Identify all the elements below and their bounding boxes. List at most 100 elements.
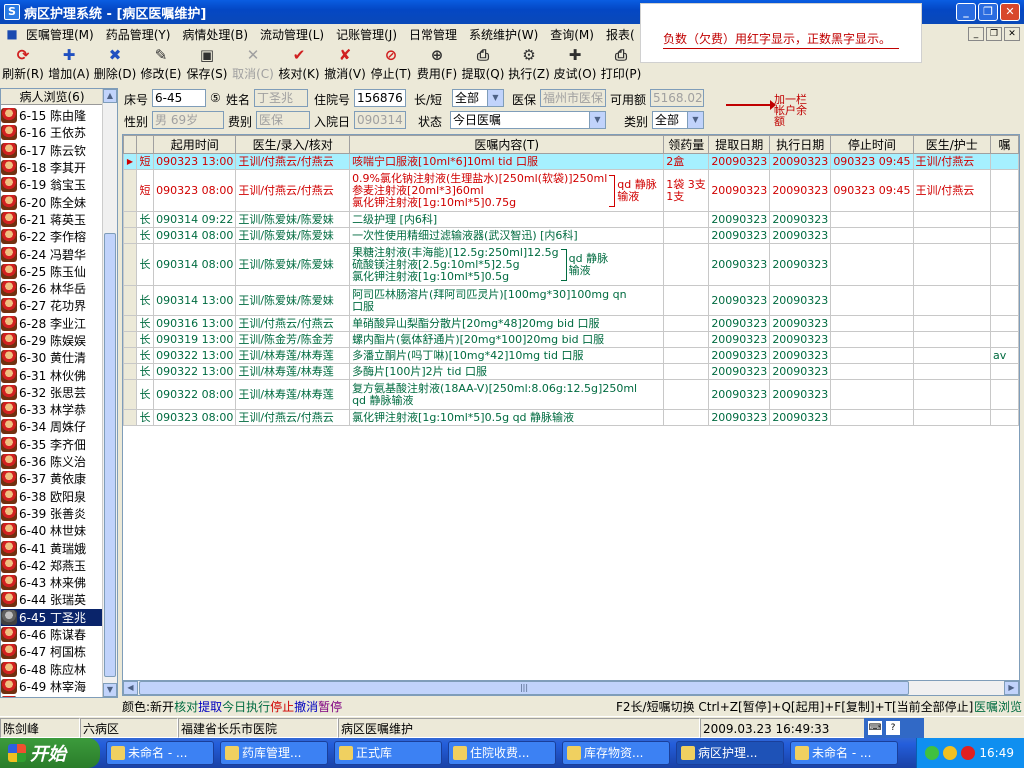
patient-list-item[interactable]: 6-34 周姝仔 <box>1 418 103 435</box>
patient-list-item[interactable]: 6-40 林世妹 <box>1 522 103 539</box>
patient-list-item[interactable]: 6-49 林宰海 <box>1 678 103 695</box>
order-browse-link[interactable]: 医嘱浏览 <box>974 698 1022 715</box>
toolbar-button-delete[interactable]: ✖ 删除(D) <box>92 46 138 86</box>
chevron-down-icon[interactable]: ▼ <box>487 90 503 106</box>
patient-list-item[interactable]: 6-18 李其开 <box>1 159 103 176</box>
patient-list-item[interactable]: 6-29 陈娱娱 <box>1 332 103 349</box>
patient-list-item[interactable]: 6-30 黄仕清 <box>1 349 103 366</box>
toolbar-button-save[interactable]: ▣ 保存(S) <box>184 46 230 86</box>
patient-list-item[interactable]: 6-27 花功界 <box>1 297 103 314</box>
scroll-up-icon[interactable]: ▲ <box>103 89 117 103</box>
status-select[interactable]: 今日医嘱 ▼ <box>450 111 606 129</box>
scroll-thumb[interactable]: ||| <box>139 681 909 695</box>
toolbar-button-print[interactable]: ⎙ 打印(P) <box>598 46 644 86</box>
taskbar-button[interactable]: 未命名 - ... <box>790 741 898 765</box>
patient-list-item[interactable]: 6-43 林来佛 <box>1 574 103 591</box>
scroll-left-icon[interactable]: ◀ <box>123 681 138 695</box>
menu-item-8[interactable]: 报表( <box>600 26 641 43</box>
column-header-6[interactable]: 提取日期 <box>708 135 771 154</box>
toolbar-button-skintest[interactable]: ✚ 皮试(O) <box>552 46 598 86</box>
tray-stop-icon[interactable] <box>961 746 976 760</box>
patient-list-item[interactable]: 6-26 林华岳 <box>1 280 103 297</box>
patient-list-item[interactable]: 6-24 冯碧华 <box>1 245 103 262</box>
patient-list-item[interactable]: 6-32 张思芸 <box>1 384 103 401</box>
bed-input[interactable]: 6-45 <box>152 89 206 107</box>
column-header-10[interactable]: 嘱 <box>989 135 1019 154</box>
order-row[interactable]: 长 090314 08:00 王训/陈爱妹/陈爱妹 一次性使用精细过滤输液器(武汉智迅… <box>123 227 1019 244</box>
menu-item-2[interactable]: 病情处理(B) <box>176 26 254 43</box>
mdi-close-button[interactable]: ✕ <box>1004 27 1020 41</box>
toolbar-button-refresh[interactable]: ⟳ 刷新(R) <box>0 46 46 86</box>
restore-button[interactable]: ❐ <box>978 3 998 21</box>
order-row[interactable]: 长 090314 13:00 王训/陈爱妹/陈爱妹 阿司匹林肠溶片(拜阿司匹灵片)[1… <box>123 285 1019 316</box>
column-header-5[interactable]: 领药量 <box>663 135 710 154</box>
patient-list-item[interactable]: 6-19 翁宝玉 <box>1 176 103 193</box>
tray-security-icon[interactable] <box>943 746 958 760</box>
column-header-1[interactable] <box>135 135 155 154</box>
taskbar-button[interactable]: 住院收费... <box>448 741 556 765</box>
patient-list-item[interactable]: 6-20 陈全妹 <box>1 193 103 210</box>
patient-list-item[interactable]: 6-44 张瑞英 <box>1 591 103 608</box>
menu-item-7[interactable]: 查询(M) <box>544 26 600 43</box>
patient-list-item[interactable]: 6-46 陈谋春 <box>1 626 103 643</box>
toolbar-button-execute[interactable]: ⚙ 执行(Z) <box>506 46 552 86</box>
column-header-2[interactable]: 起用时间 <box>153 135 237 154</box>
patient-list-item[interactable]: 6-25 陈玉仙 <box>1 263 103 280</box>
keyboard-icon[interactable]: ⌨ <box>868 721 882 735</box>
chevron-down-icon[interactable]: ▼ <box>589 112 605 128</box>
patient-list-header[interactable]: 病人浏览(6) <box>1 89 103 105</box>
patient-list-item[interactable]: 6-42 郑燕玉 <box>1 557 103 574</box>
menu-item-3[interactable]: 流动管理(L) <box>254 26 330 43</box>
toolbar-button-check[interactable]: ✔ 核对(K) <box>276 46 322 86</box>
menu-item-1[interactable]: 药品管理(Y) <box>100 26 177 43</box>
patient-list-item[interactable]: 6-15 陈由隆 <box>1 107 103 124</box>
taskbar-button[interactable]: 正式库 <box>334 741 442 765</box>
order-row[interactable]: 长 090322 13:00 王训/林寿莲/林寿莲 多潘立酮片(吗丁啉)[10mg*4… <box>123 347 1019 364</box>
orders-hscrollbar[interactable]: ◀ ||| ▶ <box>122 680 1020 696</box>
patient-list-item[interactable]: 6-47 柯国栋 <box>1 643 103 660</box>
order-row[interactable]: 短 090323 08:00 王训/付燕云/付燕云 0.9%氯化钠注射液(生理盐水)[… <box>123 169 1019 212</box>
column-header-7[interactable]: 执行日期 <box>769 135 832 154</box>
patient-list-item[interactable]: 6-35 李齐佃 <box>1 436 103 453</box>
order-row[interactable]: 长 090314 09:22 王训/陈爱妹/陈爱妹 二级护理 [内6科] 2009032… <box>123 211 1019 228</box>
patient-list-item[interactable]: 6-17 陈云钦 <box>1 142 103 159</box>
menu-item-6[interactable]: 系统维护(W) <box>463 26 544 43</box>
patient-list-item[interactable]: 6-50 林水仙 <box>1 695 103 697</box>
minimize-button[interactable]: _ <box>956 3 976 21</box>
patient-list-item[interactable]: 6-38 欧阳泉 <box>1 488 103 505</box>
order-row[interactable]: 长 090316 13:00 王训/付燕云/付燕云 单硝酸异山梨酯分散片[20mg*4… <box>123 315 1019 332</box>
order-row[interactable]: 长 090319 13:00 王训/陈金芳/陈金芳 螺内酯片(氨体舒通片)[20mg*… <box>123 331 1019 348</box>
patient-list-item[interactable]: 6-39 张善炎 <box>1 505 103 522</box>
taskbar-button[interactable]: 未命名 - ... <box>106 741 214 765</box>
toolbar-button-extract[interactable]: ⎙ 提取(Q) <box>460 46 506 86</box>
order-row[interactable]: ▶ 短 090323 13:00 王训/付燕云/付燕云 咳喘宁口服液[10ml*6]10… <box>123 153 1019 170</box>
column-header-9[interactable]: 医生/护士 <box>912 135 991 154</box>
category-select[interactable]: 全部 ▼ <box>652 111 704 129</box>
mdi-minimize-button[interactable]: _ <box>968 27 984 41</box>
tray-network-icon[interactable] <box>925 746 940 760</box>
patient-list-item[interactable]: 6-16 王依苏 <box>1 124 103 141</box>
order-row[interactable]: 长 090322 08:00 王训/林寿莲/林寿莲 复方氨基酸注射液(18AA-V)[… <box>123 379 1019 410</box>
toolbar-button-undo[interactable]: ✘ 撤消(V) <box>322 46 368 86</box>
patient-list-item[interactable]: 6-36 陈义治 <box>1 453 103 470</box>
menu-item-5[interactable]: 日常管理 <box>403 26 463 43</box>
menu-item-0[interactable]: 医嘱管理(M) <box>20 26 100 43</box>
patient-list-item[interactable]: 6-37 黄依康 <box>1 470 103 487</box>
help-icon[interactable]: ? <box>886 721 900 735</box>
patient-list-item[interactable]: 6-45 丁圣兆 <box>1 608 103 626</box>
patient-list-item[interactable]: 6-22 李作榕 <box>1 228 103 245</box>
scroll-down-icon[interactable]: ▼ <box>103 683 117 697</box>
taskbar-button[interactable]: 药库管理... <box>220 741 328 765</box>
column-header-3[interactable]: 医生/录入/核对 <box>235 135 351 154</box>
toolbar-button-fee[interactable]: ⊕ 费用(F) <box>414 46 460 86</box>
patient-list-item[interactable]: 6-33 林学恭 <box>1 401 103 418</box>
order-row[interactable]: 长 090322 13:00 王训/林寿莲/林寿莲 多酶片[100片]2片 tid 口… <box>123 363 1019 380</box>
patient-list-item[interactable]: 6-31 林伙佛 <box>1 366 103 383</box>
order-row[interactable]: 长 090314 08:00 王训/陈爱妹/陈爱妹 果糖注射液(丰海能)[12.5g:… <box>123 243 1019 286</box>
admission-no-field[interactable]: 156876 <box>354 89 406 107</box>
taskbar-button[interactable]: 库存物资... <box>562 741 670 765</box>
column-header-8[interactable]: 停止时间 <box>830 135 914 154</box>
patient-list-item[interactable]: 6-21 蒋英玉 <box>1 211 103 228</box>
toolbar-button-edit[interactable]: ✎ 修改(E) <box>138 46 184 86</box>
mdi-restore-button[interactable]: ❐ <box>986 27 1002 41</box>
